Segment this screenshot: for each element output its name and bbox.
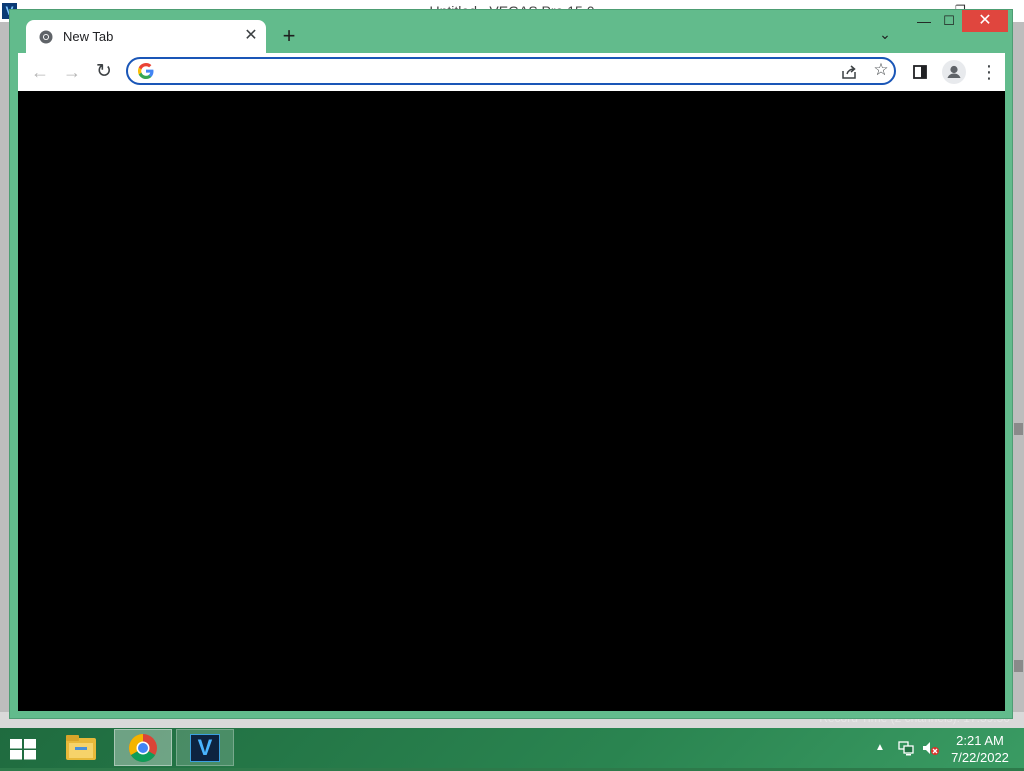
tab-search-icon[interactable]: ⌄ <box>876 26 894 44</box>
chrome-window: New Tab ✕ + ⌄ — ☐ ✕ ← → ↻ ☆ ⋮ <box>9 9 1013 719</box>
close-window-button[interactable]: ✕ <box>962 10 1008 32</box>
star-icon[interactable]: ☆ <box>872 61 890 79</box>
address-input[interactable] <box>162 61 826 83</box>
address-bar[interactable]: ☆ <box>126 57 896 85</box>
clock-date[interactable]: 7/22/2022 <box>944 750 1016 765</box>
network-icon[interactable] <box>898 740 914 756</box>
tab-title: New Tab <box>63 29 114 44</box>
menu-icon[interactable]: ⋮ <box>980 62 998 82</box>
chrome-icon <box>129 734 157 762</box>
taskbar-vegas[interactable]: V <box>176 729 234 766</box>
clock-time[interactable]: 2:21 AM <box>944 733 1016 748</box>
google-g-icon <box>138 63 154 79</box>
profile-icon[interactable] <box>942 60 966 84</box>
chrome-icon <box>39 30 53 44</box>
tab-close-icon[interactable]: ✕ <box>242 27 260 45</box>
back-button[interactable]: ← <box>29 61 51 83</box>
volume-muted-icon[interactable] <box>922 740 940 756</box>
taskbar: V ▲ 2:21 AM 7/22/2022 <box>0 728 1024 768</box>
tab-strip: New Tab ✕ + ⌄ — ☐ ✕ <box>10 10 1012 54</box>
tab-new-tab[interactable]: New Tab ✕ <box>26 20 266 54</box>
windows-start-icon[interactable] <box>8 736 38 762</box>
folder-icon <box>66 735 96 760</box>
vegas-icon: V <box>190 734 220 762</box>
new-tab-button[interactable]: + <box>278 25 300 47</box>
taskbar-chrome[interactable] <box>114 729 172 766</box>
scroll-handle[interactable] <box>1014 423 1023 435</box>
forward-button[interactable]: → <box>61 61 83 83</box>
minimize-button[interactable]: — <box>915 14 933 28</box>
share-icon[interactable] <box>840 63 858 81</box>
reload-button[interactable]: ↻ <box>93 61 115 83</box>
page-content[interactable] <box>18 91 1005 711</box>
show-hidden-icons-icon[interactable]: ▲ <box>875 742 887 753</box>
browser-toolbar: ← → ↻ ☆ ⋮ <box>18 53 1005 91</box>
scroll-handle[interactable] <box>1014 660 1023 672</box>
taskbar-file-explorer[interactable] <box>53 729 111 766</box>
maximize-button[interactable]: ☐ <box>940 14 958 28</box>
side-panel-icon[interactable] <box>913 65 927 79</box>
avatar <box>947 65 961 78</box>
vegas-right-panel <box>1013 22 1024 712</box>
